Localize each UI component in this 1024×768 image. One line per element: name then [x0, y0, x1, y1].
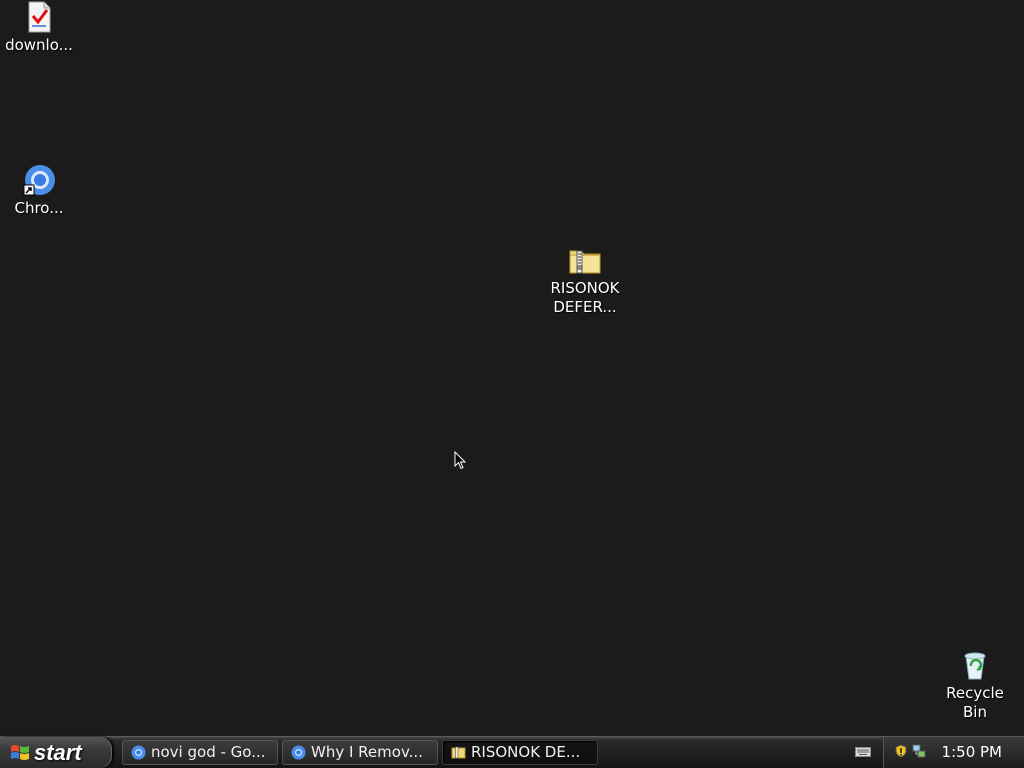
network-icon[interactable] — [912, 744, 926, 758]
start-button[interactable]: start — [0, 737, 112, 768]
taskbar: start novi god - Go... Why I Remov... RI… — [0, 736, 1024, 768]
chrome-icon — [131, 745, 146, 760]
taskbar-button-label: RISONOK DE... — [471, 743, 581, 761]
desktop: downlo... Chro... RISONOK DEFER... Recyc… — [0, 0, 1024, 736]
desktop-icon-download[interactable]: downlo... — [0, 0, 84, 55]
taskbar-button-label: Why I Remov... — [311, 743, 423, 761]
start-label: start — [34, 740, 82, 765]
recycle-bin-icon — [964, 652, 986, 680]
zip-folder-icon — [569, 250, 601, 274]
desktop-icon-chrome[interactable]: Chro... — [0, 163, 84, 218]
desktop-icon-zip-folder[interactable]: RISONOK DEFER... — [540, 243, 630, 317]
desktop-icon-label: Recycle Bin — [946, 684, 1004, 721]
desktop-icon-label: downlo... — [5, 36, 73, 54]
clock[interactable]: 1:50 PM — [942, 737, 1002, 768]
document-check-icon — [28, 1, 51, 33]
taskbar-button-risonok[interactable]: RISONOK DE... — [442, 740, 598, 765]
system-tray: 1:50 PM — [883, 737, 1024, 768]
desktop-icon-recycle-bin[interactable]: Recycle Bin — [930, 648, 1020, 722]
taskbar-button-why-i-remov[interactable]: Why I Remov... — [282, 740, 438, 765]
chrome-shortcut-icon — [23, 165, 55, 196]
keyboard-icon[interactable] — [855, 746, 871, 758]
windows-logo-icon — [11, 745, 29, 760]
chrome-icon — [291, 745, 306, 760]
desktop-icon-label: Chro... — [14, 199, 64, 217]
zip-folder-icon — [451, 746, 466, 759]
taskbar-button-label: novi god - Go... — [151, 743, 266, 761]
desktop-icon-label: RISONOK DEFER... — [550, 279, 620, 316]
mouse-cursor-icon — [454, 451, 467, 470]
security-shield-icon[interactable] — [894, 744, 908, 758]
taskbar-button-novi-god[interactable]: novi god - Go... — [122, 740, 278, 765]
